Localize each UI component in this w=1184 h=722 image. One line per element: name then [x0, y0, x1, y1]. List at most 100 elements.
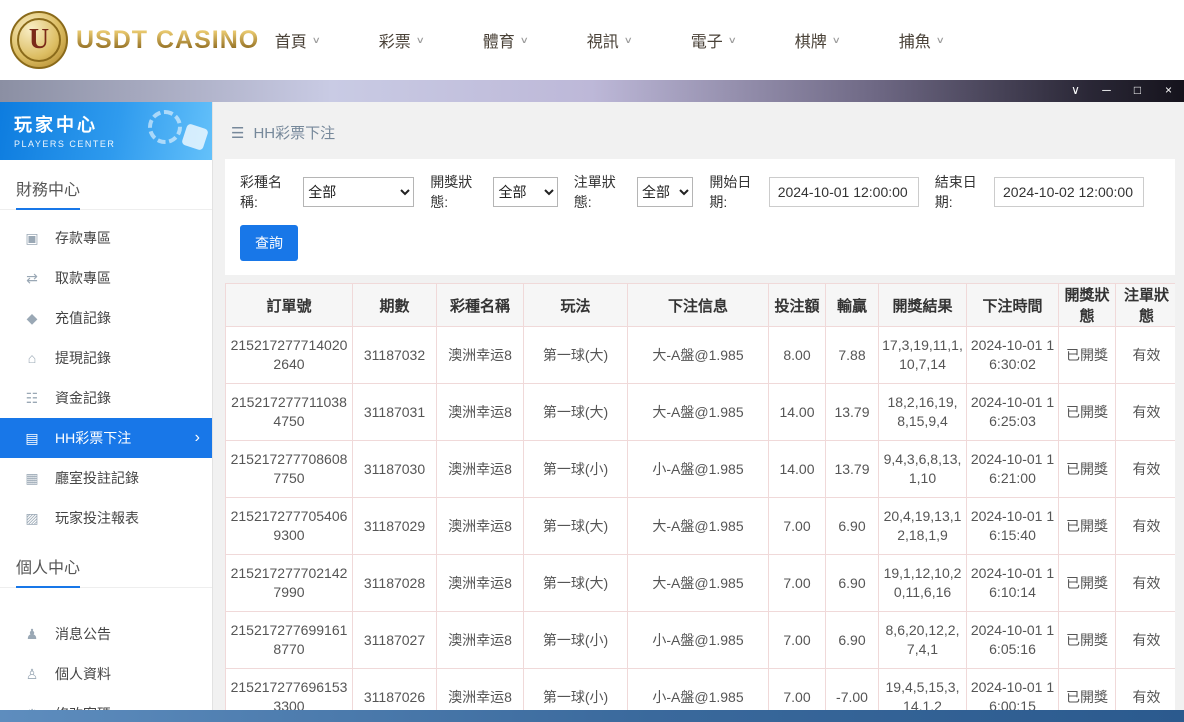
nav-item-fishing[interactable]: 捕魚 ∨	[869, 28, 973, 52]
table-cell: 18,2,16,19,8,15,9,4	[879, 384, 967, 441]
nav-item-home[interactable]: 首頁 ∨	[245, 28, 349, 52]
section-personal: 個人中心	[0, 538, 212, 588]
column-header: 開獎結果	[879, 284, 967, 327]
nav-item-label: 視訊	[587, 28, 619, 52]
hamburger-icon[interactable]: ☰	[231, 124, 244, 142]
sidebar-item-label: 廳室投註記錄	[55, 468, 139, 488]
draw-status-select[interactable]: 全部	[493, 177, 557, 207]
section-title-label: 個人中心	[16, 554, 80, 588]
column-header: 輸贏	[826, 284, 879, 327]
table-cell: 17,3,19,11,1,10,7,14	[879, 327, 967, 384]
nav-item-label: 體育	[483, 28, 515, 52]
table-cell: 2152172776991618770	[226, 612, 353, 669]
lottery-select[interactable]: 全部	[303, 177, 414, 207]
table-cell: 31187028	[353, 555, 437, 612]
breadcrumb: ☰ HH彩票下注	[213, 102, 1184, 155]
sidebar-item-hall-bet-records[interactable]: ▦ 廳室投註記錄	[0, 458, 212, 498]
table-cell: 31187030	[353, 441, 437, 498]
column-header: 下注信息	[628, 284, 769, 327]
profile-icon: ♙	[24, 666, 40, 683]
table-cell: 31187029	[353, 498, 437, 555]
bet-status-select[interactable]: 全部	[637, 177, 693, 207]
search-button[interactable]: 查詢	[240, 225, 298, 261]
table-row: 215217277708608775031187030澳洲幸运8第一球(小)小-…	[226, 441, 1176, 498]
nav-item-label: 捕魚	[899, 28, 931, 52]
table-cell: 14.00	[769, 441, 826, 498]
sidebar-item-recharge-records[interactable]: ◆ 充值記錄	[0, 298, 212, 338]
sidebar-item-label: 充值記錄	[55, 308, 111, 328]
start-date-input[interactable]	[769, 177, 919, 207]
table-row: 215217277705406930031187029澳洲幸运8第一球(大)大-…	[226, 498, 1176, 555]
page-title: HH彩票下注	[253, 122, 335, 143]
lottery-icon: ▤	[24, 430, 40, 447]
app-window: U USDT CASINO 首頁 ∨ 彩票 ∨ 體育 ∨ 視訊 ∨ 電子	[0, 0, 1184, 722]
table-cell: 大-A盤@1.985	[628, 555, 769, 612]
table-cell: 澳洲幸运8	[437, 441, 524, 498]
table-cell: 小-A盤@1.985	[628, 441, 769, 498]
sidebar-header: 玩家中心 PLAYERS CENTER	[0, 102, 212, 160]
table-cell: 有效	[1116, 555, 1176, 612]
chevron-right-icon: ›	[195, 429, 200, 447]
end-date-label: 結束日期:	[935, 172, 989, 212]
column-header: 期數	[353, 284, 437, 327]
main-nav: 首頁 ∨ 彩票 ∨ 體育 ∨ 視訊 ∨ 電子 ∨ 棋牌 ∨	[245, 28, 1184, 52]
table-cell: 13.79	[826, 441, 879, 498]
filter-panel: 彩種名稱: 全部 開獎狀態: 全部 注單狀態: 全	[225, 159, 1175, 275]
nav-item-label: 彩票	[379, 28, 411, 52]
table-cell: 已開獎	[1059, 498, 1116, 555]
nav-item-sports[interactable]: 體育 ∨	[453, 28, 557, 52]
chevron-down-icon: ∨	[831, 35, 840, 46]
sidebar-item-player-bet-report[interactable]: ▨ 玩家投注報表	[0, 498, 212, 538]
table-cell: 13.79	[826, 384, 879, 441]
table-cell: 有效	[1116, 327, 1176, 384]
table-cell: 澳洲幸运8	[437, 384, 524, 441]
column-header: 注單狀態	[1116, 284, 1176, 327]
close-button[interactable]: ×	[1153, 80, 1184, 102]
nav-item-lottery[interactable]: 彩票 ∨	[349, 28, 453, 52]
logo[interactable]: U USDT CASINO	[10, 11, 245, 69]
table-row: 215217277699161877031187027澳洲幸运8第一球(小)小-…	[226, 612, 1176, 669]
minimize-button[interactable]: ─	[1091, 80, 1122, 102]
recharge-icon: ◆	[24, 310, 40, 327]
table-cell: 第一球(大)	[524, 384, 628, 441]
sidebar-item-label: 提現記錄	[55, 348, 111, 368]
table-cell: 大-A盤@1.985	[628, 498, 769, 555]
table-cell: 2152172777021427990	[226, 555, 353, 612]
deposit-icon: ▣	[24, 230, 40, 247]
table-cell: 已開獎	[1059, 441, 1116, 498]
table-cell: 31187032	[353, 327, 437, 384]
sidebar-item-hh-lottery-bets[interactable]: ▤ HH彩票下注 ›	[0, 418, 212, 458]
sidebar-item-withdraw[interactable]: ⇄ 取款專區	[0, 258, 212, 298]
column-header: 下注時間	[967, 284, 1059, 327]
maximize-button[interactable]: □	[1122, 80, 1153, 102]
nav-item-electronic[interactable]: 電子 ∨	[661, 28, 765, 52]
table-cell: 9,4,3,6,8,13,1,10	[879, 441, 967, 498]
sidebar-item-announcements[interactable]: ♟ 消息公告	[0, 614, 212, 654]
table-cell: 2024-10-01 16:10:14	[967, 555, 1059, 612]
sidebar-item-deposit[interactable]: ▣ 存款專區	[0, 218, 212, 258]
table-cell: 澳洲幸运8	[437, 498, 524, 555]
chevron-down-icon: ∨	[415, 35, 424, 46]
table-cell: 7.00	[769, 612, 826, 669]
collapse-button[interactable]: ∨	[1060, 80, 1091, 102]
table-cell: 2152172777140202640	[226, 327, 353, 384]
table-cell: 2024-10-01 16:25:03	[967, 384, 1059, 441]
table-cell: 第一球(大)	[524, 327, 628, 384]
logo-text: USDT CASINO	[76, 26, 259, 55]
sidebar-item-label: 消息公告	[55, 624, 111, 644]
sidebar-item-cashout-records[interactable]: ⌂ 提現記錄	[0, 338, 212, 378]
nav-item-cards[interactable]: 棋牌 ∨	[765, 28, 869, 52]
table-cell: 7.00	[769, 498, 826, 555]
sidebar-item-label: HH彩票下注	[55, 428, 131, 448]
chevron-down-icon: ∨	[727, 35, 736, 46]
table-cell: 第一球(小)	[524, 441, 628, 498]
end-date-input[interactable]	[994, 177, 1144, 207]
sidebar-item-funds-records[interactable]: ☷ 資金記錄	[0, 378, 212, 418]
chevron-down-icon: ∨	[311, 35, 320, 46]
nav-item-video[interactable]: 視訊 ∨	[557, 28, 661, 52]
section-title-label: 財務中心	[16, 176, 80, 210]
table-cell: 有效	[1116, 612, 1176, 669]
sidebar-item-profile[interactable]: ♙ 個人資料	[0, 654, 212, 694]
table-header-row: 訂單號期數彩種名稱玩法下注信息投注額輸贏開獎結果下注時間開獎狀態注單狀態	[226, 284, 1176, 327]
withdraw-icon: ⇄	[24, 270, 40, 287]
